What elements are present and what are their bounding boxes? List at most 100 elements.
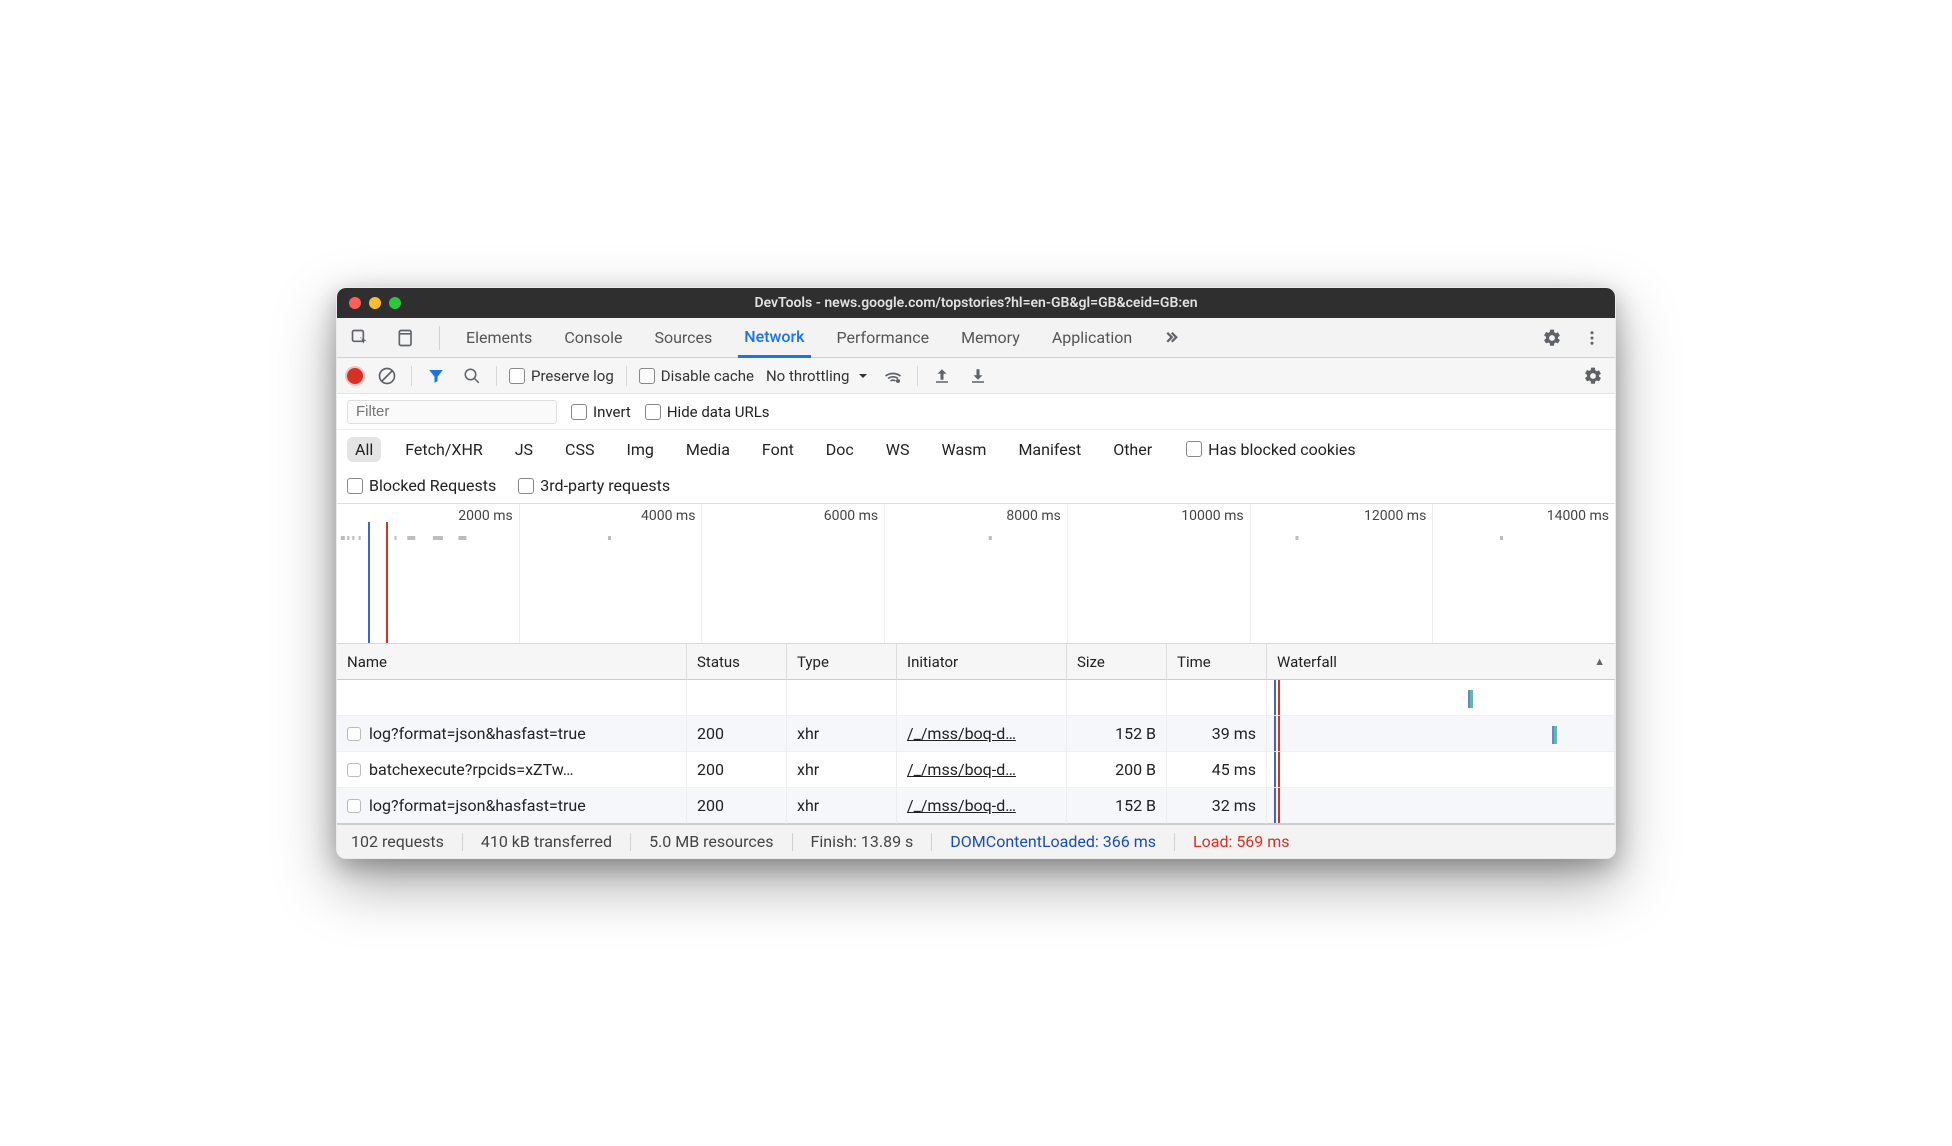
- close-button[interactable]: [349, 297, 361, 309]
- minimize-button[interactable]: [369, 297, 381, 309]
- third-party-checkbox[interactable]: 3rd-party requests: [518, 476, 670, 495]
- blocked-requests-checkbox[interactable]: Blocked Requests: [347, 476, 496, 495]
- separator: [411, 366, 412, 386]
- separator: [496, 366, 497, 386]
- col-initiator[interactable]: Initiator: [897, 644, 1067, 680]
- network-toolbar: Preserve log Disable cache No throttling: [337, 358, 1615, 394]
- col-name[interactable]: Name: [337, 644, 687, 680]
- disable-cache-checkbox[interactable]: Disable cache: [639, 367, 754, 385]
- tab-performance[interactable]: Performance: [831, 318, 936, 357]
- cell-size: 152 B: [1067, 716, 1167, 752]
- search-icon[interactable]: [460, 364, 484, 388]
- type-font[interactable]: Font: [754, 437, 802, 462]
- preserve-log-checkbox[interactable]: Preserve log: [509, 367, 614, 385]
- inspect-icon[interactable]: [347, 325, 373, 351]
- type-media[interactable]: Media: [678, 437, 738, 462]
- timeline-overview[interactable]: 2000 ms 4000 ms 6000 ms 8000 ms 10000 ms…: [337, 504, 1615, 644]
- type-other[interactable]: Other: [1105, 437, 1160, 462]
- separator: [917, 366, 918, 386]
- upload-har-icon[interactable]: [930, 364, 954, 388]
- col-waterfall[interactable]: Waterfall▲: [1267, 644, 1615, 680]
- type-js[interactable]: JS: [507, 437, 541, 462]
- tab-network[interactable]: Network: [738, 319, 810, 358]
- tab-console[interactable]: Console: [558, 318, 628, 357]
- tab-application[interactable]: Application: [1046, 318, 1138, 357]
- type-wasm[interactable]: Wasm: [934, 437, 995, 462]
- type-all[interactable]: All: [347, 437, 381, 462]
- stat-requests: 102 requests: [351, 832, 444, 851]
- cell-type: xhr: [787, 716, 897, 752]
- cell-initiator[interactable]: /_/mss/boq-d…: [897, 752, 1067, 788]
- status-bar: 102 requests 410 kB transferred 5.0 MB r…: [337, 824, 1615, 858]
- tab-sources[interactable]: Sources: [648, 318, 718, 357]
- overview-marks: [337, 532, 1615, 544]
- separator: [626, 366, 627, 386]
- sort-indicator-icon: ▲: [1594, 655, 1605, 668]
- stat-domcontentloaded: DOMContentLoaded: 366 ms: [950, 832, 1156, 851]
- col-status[interactable]: Status: [687, 644, 787, 680]
- type-filter-bar: All Fetch/XHR JS CSS Img Media Font Doc …: [337, 430, 1615, 468]
- type-css[interactable]: CSS: [557, 437, 602, 462]
- row-checkbox-icon[interactable]: [347, 763, 361, 777]
- filter-input[interactable]: [347, 400, 557, 424]
- stat-resources: 5.0 MB resources: [649, 832, 773, 851]
- cell-time: 39 ms: [1167, 716, 1267, 752]
- has-blocked-cookies-checkbox[interactable]: Has blocked cookies: [1186, 440, 1356, 459]
- hide-data-urls-checkbox[interactable]: Hide data URLs: [645, 403, 770, 421]
- col-time[interactable]: Time: [1167, 644, 1267, 680]
- cell-name: log?format=json&hasfast=true: [337, 788, 687, 824]
- type-fetchxhr[interactable]: Fetch/XHR: [397, 437, 491, 462]
- checkbox-icon: [571, 404, 587, 420]
- cell-name: log?format=json&hasfast=true: [337, 716, 687, 752]
- cell-size: 152 B: [1067, 788, 1167, 824]
- tab-memory[interactable]: Memory: [955, 318, 1026, 357]
- settings-icon[interactable]: [1581, 364, 1605, 388]
- cell-waterfall: [1267, 716, 1615, 752]
- type-img[interactable]: Img: [618, 437, 661, 462]
- cell-status: 200: [687, 716, 787, 752]
- throttling-dropdown[interactable]: No throttling: [766, 367, 869, 385]
- cell-waterfall: [1267, 788, 1615, 824]
- cell-initiator[interactable]: /_/mss/boq-d…: [897, 788, 1067, 824]
- cell-size: 200 B: [1067, 752, 1167, 788]
- cell-initiator[interactable]: /_/mss/boq-d…: [897, 716, 1067, 752]
- settings-icon[interactable]: [1539, 325, 1565, 351]
- cell-type: xhr: [787, 788, 897, 824]
- type-doc[interactable]: Doc: [818, 437, 862, 462]
- col-size[interactable]: Size: [1067, 644, 1167, 680]
- invert-checkbox[interactable]: Invert: [571, 403, 631, 421]
- type-ws[interactable]: WS: [878, 437, 918, 462]
- download-har-icon[interactable]: [966, 364, 990, 388]
- maximize-button[interactable]: [389, 297, 401, 309]
- cell-time: 32 ms: [1167, 788, 1267, 824]
- stat-transferred: 410 kB transferred: [481, 832, 612, 851]
- extra-filter-bar: Blocked Requests 3rd-party requests: [337, 468, 1615, 504]
- checkbox-icon: [509, 368, 525, 384]
- cell-waterfall: [1267, 752, 1615, 788]
- cell-status: 200: [687, 788, 787, 824]
- filter-bar: Invert Hide data URLs: [337, 394, 1615, 430]
- titlebar: DevTools - news.google.com/topstories?hl…: [337, 288, 1615, 318]
- tab-elements[interactable]: Elements: [460, 318, 538, 357]
- kebab-menu-icon[interactable]: [1579, 325, 1605, 351]
- devtools-window: DevTools - news.google.com/topstories?hl…: [336, 287, 1616, 859]
- row-checkbox-icon[interactable]: [347, 727, 361, 741]
- more-tabs-icon[interactable]: [1158, 325, 1184, 351]
- cell-time: 45 ms: [1167, 752, 1267, 788]
- filter-toggle-icon[interactable]: [424, 364, 448, 388]
- panel-tabs: Elements Console Sources Network Perform…: [337, 318, 1615, 358]
- record-button[interactable]: [347, 368, 363, 384]
- stat-finish: Finish: 13.89 s: [811, 832, 914, 851]
- checkbox-icon: [347, 478, 363, 494]
- separator: [439, 326, 440, 350]
- device-toggle-icon[interactable]: [393, 325, 419, 351]
- type-manifest[interactable]: Manifest: [1010, 437, 1089, 462]
- row-checkbox-icon[interactable]: [347, 799, 361, 813]
- window-controls: [349, 297, 401, 309]
- cell-status: 200: [687, 752, 787, 788]
- checkbox-icon: [645, 404, 661, 420]
- network-conditions-icon[interactable]: [881, 364, 905, 388]
- clear-icon[interactable]: [375, 364, 399, 388]
- window-title: DevTools - news.google.com/topstories?hl…: [337, 295, 1615, 311]
- col-type[interactable]: Type: [787, 644, 897, 680]
